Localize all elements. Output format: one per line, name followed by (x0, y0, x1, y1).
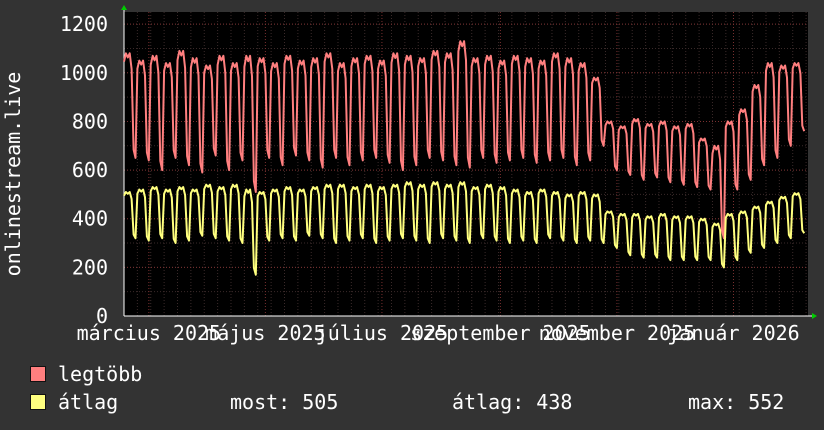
y-tick-label: 400 (72, 207, 108, 231)
y-axis-title: onlinestream.live (1, 72, 25, 277)
legend-swatch-max (30, 366, 46, 382)
stat-max: max: 552 (688, 390, 785, 414)
legend-label-average: átlag (58, 390, 119, 414)
stat-current: most: 505 (230, 390, 339, 414)
y-tick-label: 1200 (60, 12, 108, 36)
legend-label-max: legtöbb (58, 362, 143, 386)
x-tick-label: május 2025 (205, 321, 325, 345)
x-tick-label: január 2026 (667, 321, 799, 345)
y-tick-label: 600 (72, 158, 108, 182)
x-axis-arrow (812, 313, 817, 319)
stat-average: átlag: 438 (452, 390, 573, 414)
y-tick-label: 800 (72, 109, 108, 133)
y-tick-label: 200 (72, 255, 108, 279)
y-axis-arrow (121, 5, 127, 10)
y-tick-label: 1000 (60, 61, 108, 85)
legend-swatch-average (30, 394, 46, 410)
x-tick-label: március 2025 (77, 321, 222, 345)
legend-item-average: átlag most: 505 átlag: 438 max: 552 (30, 390, 810, 414)
